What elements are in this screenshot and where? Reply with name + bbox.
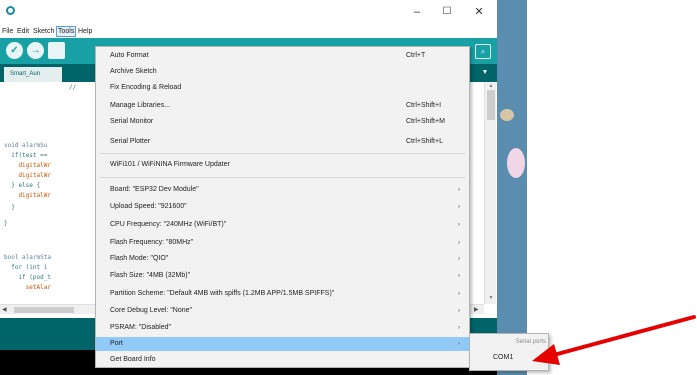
new-sketch-button[interactable] <box>48 42 65 59</box>
tools-menu: Auto Format Ctrl+T Archive Sketch Fix En… <box>95 46 470 368</box>
submenu-arrow-icon: › <box>458 325 460 331</box>
vertical-scroll-thumb[interactable] <box>487 90 495 120</box>
menu-tools[interactable]: Tools <box>56 26 77 37</box>
title-bar: – ☐ ✕ <box>0 0 497 24</box>
menu-item-serial-monitor[interactable]: Serial Monitor Ctrl+Shift+M <box>96 115 469 129</box>
menu-item-label: Archive Sketch <box>110 68 157 75</box>
menu-item-label: PSRAM: "Disabled" <box>110 324 171 331</box>
red-annotation-arrow-icon <box>532 315 696 365</box>
menu-item-label: Upload Speed: "921600" <box>110 203 187 210</box>
submenu-arrow-icon: › <box>458 341 460 347</box>
minimize-button[interactable]: – <box>404 4 430 20</box>
menu-item-auto-format[interactable]: Auto Format Ctrl+T <box>96 49 469 63</box>
menu-item-port[interactable]: Port › <box>96 337 469 351</box>
menu-item-label: Manage Libraries... <box>110 102 170 109</box>
menu-item-upload-speed[interactable]: Upload Speed: "921600" › <box>96 200 469 214</box>
horizontal-scroll-thumb[interactable] <box>14 307 74 313</box>
menu-separator <box>100 177 465 178</box>
submenu-arrow-icon: › <box>458 240 460 246</box>
menu-item-label: Flash Size: "4MB (32Mb)" <box>110 272 191 279</box>
upload-button[interactable]: → <box>27 42 44 59</box>
verify-button[interactable]: ✓ <box>6 42 23 59</box>
code-line: digitalWr <box>4 162 51 169</box>
code-line: digitalWr <box>4 172 51 179</box>
menu-sketch[interactable]: Sketch <box>32 26 55 37</box>
menu-item-shortcut: Ctrl+Shift+M <box>406 118 445 125</box>
sketch-tab[interactable]: Smart_Aun <box>4 67 62 82</box>
menu-item-label: Partition Scheme: "Default 4MB with spif… <box>110 290 335 297</box>
submenu-arrow-icon: › <box>458 273 460 279</box>
code-line: for (int i <box>4 264 48 271</box>
submenu-arrow-icon: › <box>458 204 460 210</box>
scroll-down-icon[interactable]: ▼ <box>485 294 497 302</box>
submenu-arrow-icon: › <box>458 308 460 314</box>
code-line: bool alarmSta <box>4 254 51 261</box>
code-line: } else { <box>4 182 41 189</box>
menu-item-board[interactable]: Board: "ESP32 Dev Module" › <box>96 183 469 197</box>
code-line: setAlar <box>4 284 51 291</box>
desktop-wallpaper <box>497 0 527 375</box>
menu-item-serial-plotter[interactable]: Serial Plotter Ctrl+Shift+L <box>96 135 469 149</box>
menu-item-label: Get Board Info <box>110 356 156 363</box>
menu-item-flash-size[interactable]: Flash Size: "4MB (32Mb)" › <box>96 269 469 283</box>
menu-item-label: WiFi101 / WiFiNINA Firmware Updater <box>110 161 230 168</box>
submenu-arrow-icon: › <box>458 222 460 228</box>
code-line: } <box>4 204 15 211</box>
menu-item-archive-sketch[interactable]: Archive Sketch <box>96 65 469 79</box>
scroll-left-icon[interactable]: ◀ <box>2 305 7 315</box>
menu-item-label: Auto Format <box>110 52 149 59</box>
menu-item-label: Flash Frequency: "80MHz" <box>110 239 194 246</box>
menu-item-shortcut: Ctrl+Shift+I <box>406 102 442 109</box>
menu-help[interactable]: Help <box>77 26 93 37</box>
wallpaper-bud <box>500 109 514 121</box>
submenu-arrow-icon: › <box>458 256 460 262</box>
menu-separator <box>100 153 465 154</box>
menu-item-fix-encoding[interactable]: Fix Encoding & Reload <box>96 81 469 95</box>
menu-item-get-board-info[interactable]: Get Board Info <box>96 353 469 367</box>
scroll-up-icon[interactable]: ▲ <box>485 82 497 90</box>
menu-item-flash-frequency[interactable]: Flash Frequency: "80MHz" › <box>96 236 469 250</box>
submenu-arrow-icon: › <box>458 187 460 193</box>
serial-monitor-button[interactable]: ⌕ <box>475 44 491 59</box>
menu-item-label: Serial Monitor <box>110 118 154 125</box>
port-label: COM1 <box>493 354 514 361</box>
tab-menu-arrow-icon[interactable]: ▼ <box>478 67 492 79</box>
maximize-button[interactable]: ☐ <box>434 4 460 20</box>
scroll-right-icon[interactable]: ▶ <box>474 305 479 315</box>
submenu-arrow-icon: › <box>458 291 460 297</box>
menu-item-flash-mode[interactable]: Flash Mode: "QIO" › <box>96 252 469 266</box>
menu-item-psram[interactable]: PSRAM: "Disabled" › <box>96 321 469 335</box>
menu-item-label: Board: "ESP32 Dev Module" <box>110 186 199 193</box>
close-button[interactable]: ✕ <box>466 4 492 20</box>
menu-item-label: Serial Plotter <box>110 138 151 145</box>
menu-item-shortcut: Ctrl+T <box>406 52 426 59</box>
menu-item-label: Core Debug Level: "None" <box>110 307 193 314</box>
menu-item-core-debug-level[interactable]: Core Debug Level: "None" › <box>96 304 469 318</box>
menu-file[interactable]: File <box>1 26 14 37</box>
vertical-scrollbar[interactable]: ▲ ▼ <box>484 82 496 304</box>
menu-item-partition-scheme[interactable]: Partition Scheme: "Default 4MB with spif… <box>96 287 469 301</box>
menu-item-label: CPU Frequency: "240MHz (WiFi/BT)" <box>110 221 227 228</box>
menu-bar: File Edit Sketch Tools Help <box>0 24 497 38</box>
code-line: if (pod_t <box>4 274 51 281</box>
wallpaper-blossom <box>507 148 525 178</box>
arduino-app-icon <box>6 6 15 15</box>
code-line: } <box>4 220 8 227</box>
menu-item-shortcut: Ctrl+Shift+L <box>406 138 443 145</box>
menu-edit[interactable]: Edit <box>16 26 30 37</box>
code-line: // <box>4 84 77 91</box>
menu-item-cpu-frequency[interactable]: CPU Frequency: "240MHz (WiFi/BT)" › <box>96 218 469 232</box>
code-line: void alarmSu <box>4 142 48 149</box>
menu-item-label: Port <box>110 340 123 347</box>
menu-item-label: Fix Encoding & Reload <box>110 84 182 91</box>
code-line: digitalWr <box>4 192 51 199</box>
menu-item-manage-libraries[interactable]: Manage Libraries... Ctrl+Shift+I <box>96 99 469 113</box>
menu-item-label: Flash Mode: "QIO" <box>110 255 169 262</box>
code-line: if(test == <box>4 152 48 159</box>
menu-item-firmware-updater[interactable]: WiFi101 / WiFiNINA Firmware Updater <box>96 158 469 172</box>
